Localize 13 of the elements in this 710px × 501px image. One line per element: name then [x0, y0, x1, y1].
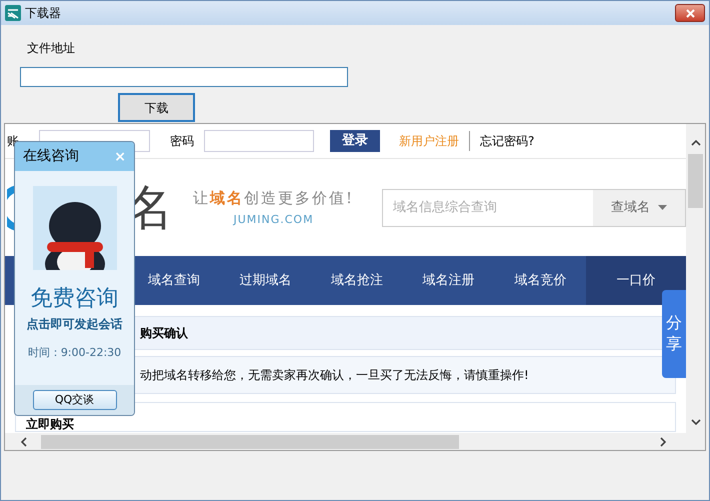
search-placeholder: 域名信息综合查询 — [392, 198, 498, 217]
hours-text: 时间：9:00-22:30 — [28, 345, 122, 361]
section-title: 立即购买 — [26, 417, 74, 431]
field-label: 文件地址 — [27, 40, 75, 57]
subline: 点击即可发起会话 — [26, 316, 122, 333]
panel-title: 购买确认 — [140, 325, 188, 342]
headline: 免费咨询 — [30, 285, 118, 313]
slogan: 让域名 创造更多价值! — [193, 188, 354, 209]
password-label: 密码 — [170, 133, 194, 150]
popup-title: 在线咨询 — [23, 147, 80, 166]
window-title: 下载器 — [25, 5, 62, 22]
notice-text: 动把域名转移给您，无需卖家再次确认，一旦买了无法反悔，请慎重操作! — [140, 367, 529, 384]
domain-text: JUMING.COM — [233, 212, 314, 228]
